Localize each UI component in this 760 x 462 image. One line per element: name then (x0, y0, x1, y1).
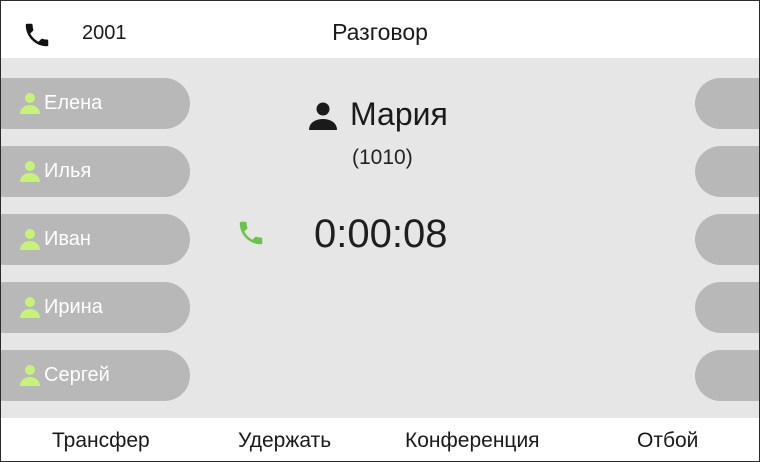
screen-border (0, 0, 760, 462)
